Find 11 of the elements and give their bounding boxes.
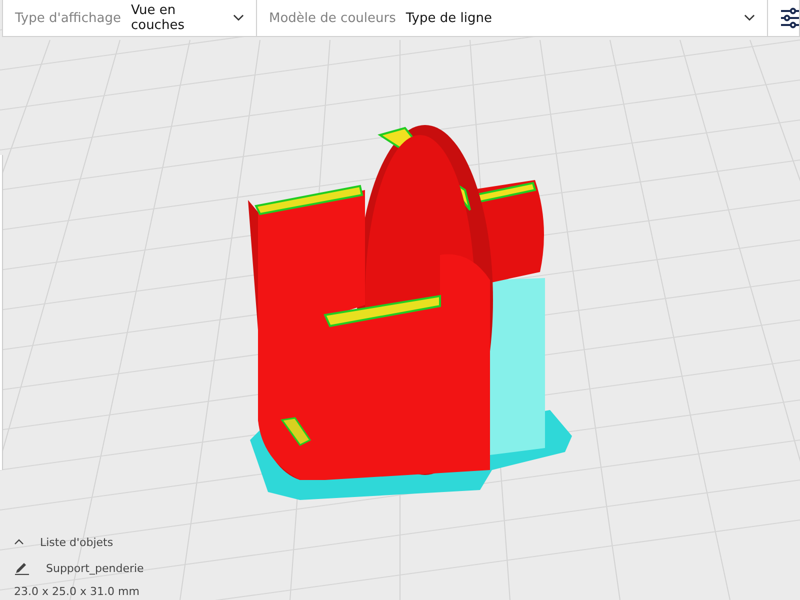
view-type-value: Vue en couches [130,3,186,33]
pencil-icon [14,561,30,575]
object-list-toggle[interactable]: Liste d'objets [14,531,144,553]
object-dimensions: 23.0 x 25.0 x 31.0 mm [14,585,140,598]
chevron-down-icon [233,14,244,22]
view-type-label: Type d'affichage [15,10,121,26]
color-scheme-value: Type de ligne [406,10,493,26]
chevron-down-icon [744,14,755,22]
color-scheme-dropdown[interactable]: Modèle de couleurs Type de ligne [257,0,768,36]
object-name[interactable]: Support_penderie [46,562,144,574]
color-scheme-label: Modèle de couleurs [269,10,396,26]
